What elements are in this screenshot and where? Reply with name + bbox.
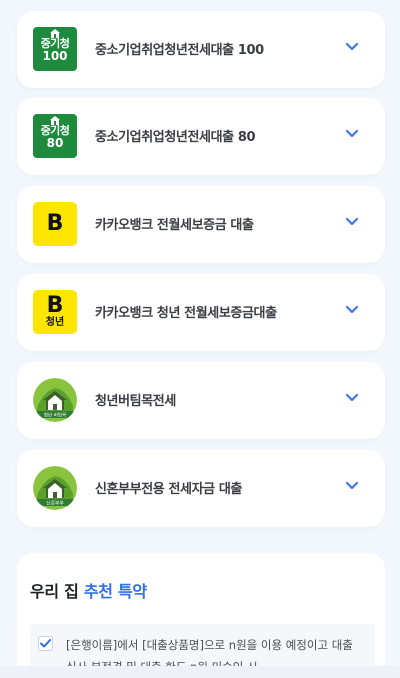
- chevron-down-icon[interactable]: [345, 42, 359, 52]
- loan-card-kakao-youth[interactable]: B 청년 카카오뱅크 청년 전월세보증금대출: [17, 274, 385, 351]
- loan-card-newlywed[interactable]: 신혼부부 신혼부부전용 전세자금 대출: [17, 450, 385, 527]
- youth-beotimmok-logo: 청년 버팀목: [33, 378, 77, 422]
- bottom-edge: [0, 666, 400, 678]
- loan-card-label: 중소기업취업청년전세대출 80: [95, 130, 256, 145]
- kakaobank-logo-letter: B: [46, 293, 64, 318]
- logo-caption: 청년 버팀목: [44, 412, 67, 419]
- chevron-down-icon[interactable]: [345, 217, 359, 227]
- loan-card-label: 카카오뱅크 청년 전월세보증금대출: [95, 306, 277, 321]
- loan-card-label: 청년버팀목전세: [95, 394, 176, 409]
- logo-text-line2: 80: [46, 136, 64, 150]
- checkbox-checked-icon[interactable]: [38, 636, 53, 651]
- kakaobank-logo-letter: B: [46, 211, 64, 236]
- loan-card-label: 중소기업취업청년전세대출 100: [95, 43, 264, 58]
- kakaobank-youth-logo: B 청년: [33, 290, 77, 334]
- loan-card-label: 신혼부부전용 전세자금 대출: [95, 482, 242, 497]
- sme-logo: 중기청 80: [33, 114, 77, 158]
- loan-card-sme-100[interactable]: 중기청 100 중소기업취업청년전세대출 100: [17, 11, 385, 88]
- recommend-title-accent: 추천 특약: [83, 582, 147, 601]
- chevron-down-icon[interactable]: [345, 393, 359, 403]
- loan-card-label: 카카오뱅크 전월세보증금 대출: [95, 218, 254, 233]
- logo-caption: 신혼부부: [46, 500, 64, 507]
- loan-card-sme-80[interactable]: 중기청 80 중소기업취업청년전세대출 80: [17, 98, 385, 175]
- sme-logo: 중기청 100: [33, 27, 77, 71]
- loan-card-kakao-jeonse[interactable]: B 카카오뱅크 전월세보증금 대출: [17, 186, 385, 263]
- recommend-title-prefix: 우리 집: [30, 582, 84, 601]
- chevron-down-icon[interactable]: [345, 481, 359, 491]
- chevron-down-icon[interactable]: [345, 129, 359, 139]
- chevron-down-icon[interactable]: [345, 305, 359, 315]
- loan-card-youth-beotimmok[interactable]: 청년 버팀목 청년버팀목전세: [17, 362, 385, 439]
- recommend-title: 우리 집 추천 특약: [30, 578, 147, 602]
- kakaobank-logo-subtext: 청년: [45, 317, 65, 328]
- logo-text-line2: 100: [42, 49, 68, 63]
- kakaobank-logo: B: [33, 202, 77, 246]
- newlywed-logo: 신혼부부: [33, 466, 77, 510]
